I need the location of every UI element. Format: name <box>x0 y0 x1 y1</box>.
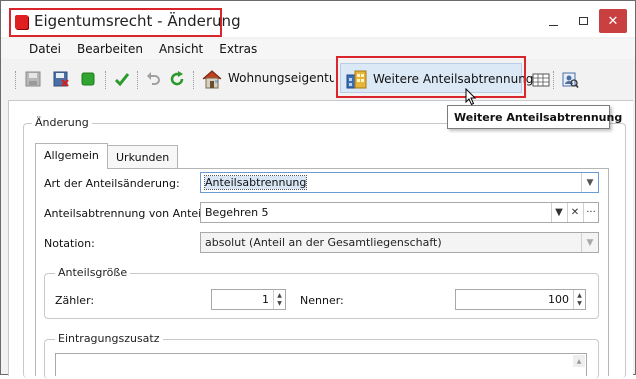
zaehler-label: Zähler: <box>55 294 95 307</box>
maximize-button[interactable] <box>569 9 597 33</box>
menu-extras[interactable]: Extras <box>211 42 265 56</box>
minimize-icon <box>548 24 558 26</box>
scroll-up-icon[interactable]: ▲ <box>573 355 585 367</box>
notation-value: absolut (Anteil an der Gesamtliegenschaf… <box>205 236 442 249</box>
von-anteil-value: Begehren 5 <box>205 206 269 219</box>
eintragungszusatz-textarea[interactable]: ▲ <box>55 353 587 376</box>
notation-select[interactable]: absolut (Anteil an der Gesamtliegenschaf… <box>200 232 599 253</box>
menu-ansicht[interactable]: Ansicht <box>151 42 211 56</box>
grid-icon[interactable] <box>532 72 550 88</box>
chevron-down-icon[interactable]: ▼ <box>581 233 598 252</box>
menu-datei[interactable]: Datei <box>21 42 69 56</box>
toolbar-highlight-box <box>336 56 526 98</box>
chevron-down-icon[interactable]: ▼ <box>551 203 566 222</box>
menu-bar: Datei Bearbeiten Ansicht Extras <box>1 39 635 59</box>
mouse-cursor-icon <box>465 87 477 106</box>
refresh-icon[interactable] <box>169 71 185 87</box>
close-icon: ✕ <box>607 13 619 29</box>
notation-label: Notation: <box>44 237 95 250</box>
app-icon <box>15 15 28 29</box>
von-anteil-label: Anteilsabtrennung von Anteil: <box>44 207 208 220</box>
group-aenderung-title: Änderung <box>32 116 92 129</box>
more-icon[interactable]: ··· <box>583 203 598 222</box>
minimize-button[interactable] <box>539 9 567 33</box>
toolbar-separator <box>193 71 194 89</box>
search-user-icon[interactable] <box>561 71 579 89</box>
group-eintragungszusatz-title: Eintragungszusatz <box>55 332 163 345</box>
tooltip: Weitere Anteilsabtrennung <box>447 105 622 129</box>
spin-arrows-icon[interactable]: ▲ ▼ <box>273 290 285 309</box>
menu-bearbeiten[interactable]: Bearbeiten <box>69 42 151 56</box>
chevron-down-icon[interactable]: ▼ <box>581 173 598 192</box>
maximize-icon <box>578 17 588 25</box>
toolbar-grip <box>15 71 16 89</box>
checkmark-icon[interactable] <box>114 71 130 87</box>
group-anteilsgroesse-title: Anteilsgröße <box>55 266 131 279</box>
undo-icon[interactable] <box>145 71 161 87</box>
spin-arrows-icon[interactable]: ▲ ▼ <box>573 290 585 309</box>
von-anteil-select[interactable]: Begehren 5 ▼ ✕ ··· <box>200 202 599 223</box>
nenner-label: Nenner: <box>300 294 344 307</box>
window-title: Eigentumsrecht - Änderung <box>34 12 241 30</box>
toolbar-separator <box>137 71 138 89</box>
art-label: Art der Anteilsänderung: <box>44 177 180 190</box>
green-square-icon[interactable] <box>80 71 96 87</box>
zaehler-value: 1 <box>262 293 269 306</box>
tab-urkunden[interactable]: Urkunden <box>107 145 179 169</box>
art-value: Anteilsabtrennung <box>203 175 308 190</box>
toolbar-separator <box>105 71 106 89</box>
close-button[interactable]: ✕ <box>599 9 627 33</box>
save-close-icon[interactable] <box>53 71 69 87</box>
save-disabled-icon[interactable] <box>25 71 41 87</box>
wohnungseigentum-button[interactable]: Wohnungseigentum <box>228 71 334 85</box>
toolbar-separator <box>553 71 554 89</box>
house-icon[interactable] <box>201 69 223 89</box>
app-window: Eigentumsrecht - Änderung ✕ Datei Bearbe… <box>0 0 636 379</box>
zaehler-stepper[interactable]: 1 ▲ ▼ <box>211 289 286 310</box>
art-select[interactable]: Anteilsabtrennung ▼ <box>200 172 599 193</box>
tab-allgemein[interactable]: Allgemein <box>35 143 108 169</box>
clear-icon[interactable]: ✕ <box>567 203 582 222</box>
nenner-stepper[interactable]: 100 ▲ ▼ <box>455 289 586 310</box>
title-bar: Eigentumsrecht - Änderung ✕ <box>1 1 635 37</box>
nenner-value: 100 <box>548 293 569 306</box>
